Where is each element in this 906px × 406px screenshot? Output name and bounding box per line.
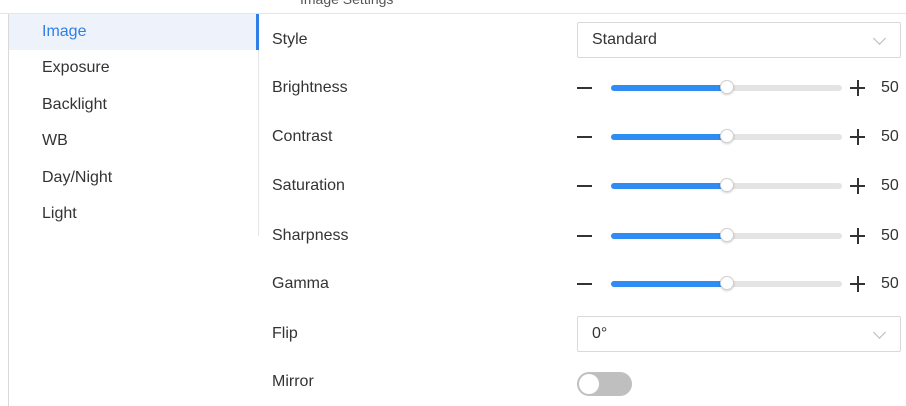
minus-icon[interactable]	[577, 87, 592, 89]
plus-icon[interactable]	[850, 77, 866, 99]
gamma-slider-group: 50	[577, 264, 906, 304]
gamma-slider-fill	[611, 281, 727, 287]
sidebar-item-backlight[interactable]: Backlight	[9, 87, 259, 124]
saturation-slider-handle[interactable]	[719, 178, 734, 192]
sharpness-slider[interactable]	[611, 228, 842, 242]
flip-select[interactable]: 0°	[577, 316, 901, 352]
style-label: Style	[272, 31, 308, 48]
contrast-slider[interactable]	[611, 129, 842, 143]
saturation-label: Saturation	[272, 177, 345, 194]
saturation-value: 50	[881, 177, 899, 194]
sidebar-item-exposure[interactable]: Exposure	[9, 50, 259, 87]
contrast-slider-handle[interactable]	[719, 129, 734, 143]
sharpness-slider-group: 50	[577, 216, 906, 256]
minus-icon[interactable]	[577, 235, 592, 237]
header-fragment: Image Settings	[300, 0, 600, 9]
contrast-label: Contrast	[272, 128, 333, 145]
saturation-slider[interactable]	[611, 178, 842, 192]
contrast-value: 50	[881, 128, 899, 145]
sidebar-item-day-night[interactable]: Day/Night	[9, 160, 259, 197]
mirror-row: Mirror	[272, 362, 906, 402]
sharpness-slider-handle[interactable]	[719, 228, 734, 242]
contrast-slider-group: 50	[577, 117, 906, 157]
chevron-down-icon	[873, 326, 886, 339]
sidebar-menu: Image Exposure Backlight WB Day/Night Li…	[9, 14, 259, 233]
contrast-slider-fill	[611, 134, 727, 140]
sidebar-divider	[258, 50, 259, 236]
saturation-slider-group: 50	[577, 166, 906, 206]
chevron-down-icon	[873, 32, 886, 45]
gamma-value: 50	[881, 275, 899, 292]
sidebar-item-wb[interactable]: WB	[9, 123, 259, 160]
style-select-value: Standard	[592, 31, 657, 48]
plus-icon[interactable]	[850, 175, 866, 197]
flip-select-value: 0°	[592, 325, 608, 342]
gamma-slider-handle[interactable]	[719, 276, 734, 290]
minus-icon[interactable]	[577, 136, 592, 138]
mirror-label: Mirror	[272, 373, 314, 390]
minus-icon[interactable]	[577, 283, 592, 285]
brightness-slider-fill	[611, 85, 727, 91]
gamma-slider[interactable]	[611, 276, 842, 290]
sharpness-value: 50	[881, 227, 899, 244]
gamma-label: Gamma	[272, 275, 329, 292]
brightness-label: Brightness	[272, 79, 348, 96]
flip-row: Flip 0°	[272, 314, 906, 354]
plus-icon[interactable]	[850, 273, 866, 295]
sidebar-active-indicator	[256, 14, 259, 50]
gamma-row: Gamma 50	[272, 264, 906, 304]
mirror-toggle[interactable]	[577, 372, 632, 396]
sharpness-row: Sharpness 50	[272, 216, 906, 256]
contrast-row: Contrast 50	[272, 117, 906, 157]
sharpness-slider-fill	[611, 233, 727, 239]
plus-icon[interactable]	[850, 126, 866, 148]
mirror-toggle-knob	[579, 374, 599, 394]
sidebar-item-light[interactable]: Light	[9, 196, 259, 233]
style-row: Style Standard	[272, 20, 906, 60]
brightness-row: Brightness 50	[272, 68, 906, 108]
brightness-slider-group: 50	[577, 68, 906, 108]
plus-icon[interactable]	[850, 225, 866, 247]
sidebar-item-image[interactable]: Image	[9, 14, 259, 50]
style-select[interactable]: Standard	[577, 22, 901, 58]
brightness-value: 50	[881, 79, 899, 96]
brightness-slider-handle[interactable]	[719, 80, 734, 94]
saturation-row: Saturation 50	[272, 166, 906, 206]
saturation-slider-fill	[611, 183, 727, 189]
brightness-slider[interactable]	[611, 80, 842, 94]
minus-icon[interactable]	[577, 185, 592, 187]
flip-label: Flip	[272, 325, 298, 342]
sharpness-label: Sharpness	[272, 227, 349, 244]
